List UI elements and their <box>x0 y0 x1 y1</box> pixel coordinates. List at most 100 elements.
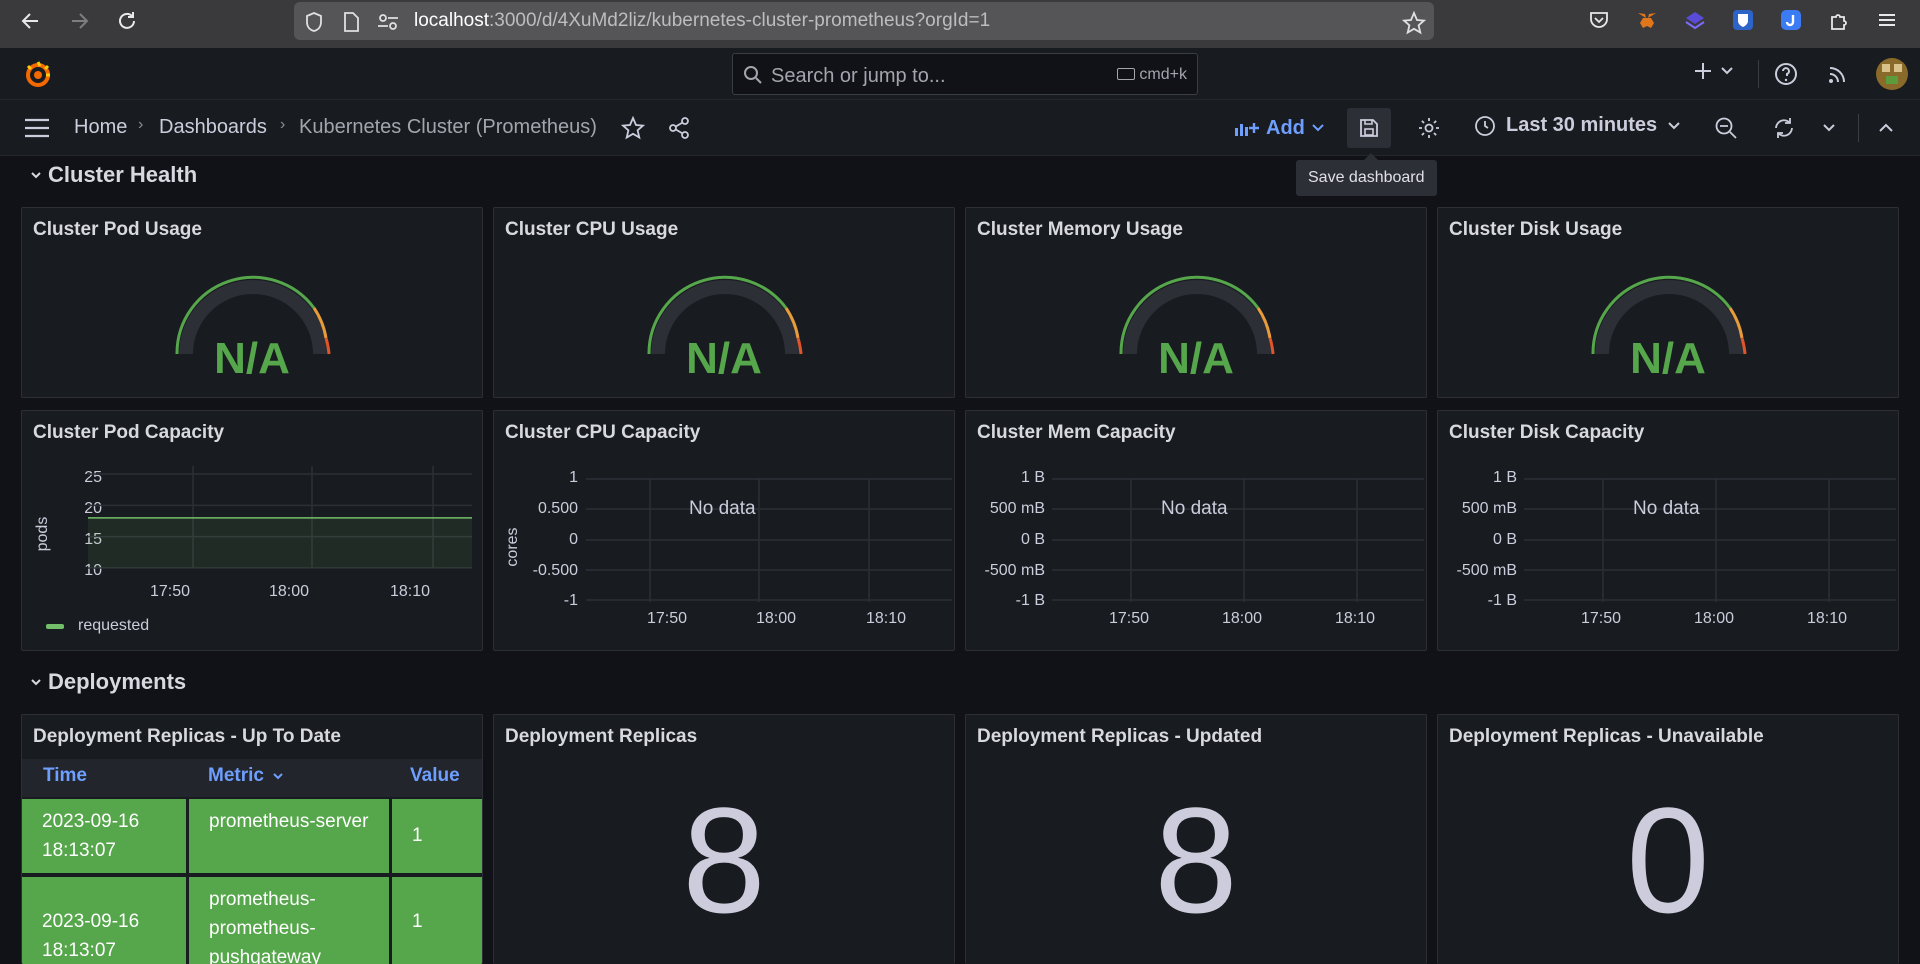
navbar-divider <box>1858 114 1859 142</box>
reload-icon <box>119 12 135 29</box>
arrow-right-icon <box>72 13 89 29</box>
y-tick: 1 B <box>1492 469 1517 486</box>
y-tick: 0.500 <box>537 500 578 517</box>
metamask-icon[interactable] <box>1636 9 1658 31</box>
bookmark-star-icon[interactable] <box>1402 11 1426 35</box>
y-tick: -500 mB <box>984 562 1045 579</box>
help-icon[interactable] <box>1774 62 1798 86</box>
pocket-icon[interactable] <box>1588 9 1610 31</box>
panel-cluster-pod-capacity[interactable]: Cluster Pod Capacity pods 25 20 15 10 17… <box>21 410 483 651</box>
panel-cluster-mem-capacity[interactable]: Cluster Mem Capacity 1 B 500 mB 0 B -500… <box>965 410 1427 651</box>
panel-cluster-disk-usage[interactable]: Cluster Disk Usage N/A <box>1437 207 1899 398</box>
avatar[interactable] <box>1876 58 1908 90</box>
browser-toolbar: localhost:3000/d/4XuMd2liz/kubernetes-cl… <box>0 0 1920 48</box>
y-tick: -1 B <box>1487 592 1517 609</box>
extensions-puzzle-icon[interactable] <box>1828 9 1850 31</box>
x-tick: 18:00 <box>1694 610 1735 627</box>
add-panel-icon <box>1235 123 1259 136</box>
y-tick: 500 mB <box>989 500 1045 517</box>
panel-cluster-cpu-capacity[interactable]: Cluster CPU Capacity cores 1 0.500 0 -0.… <box>493 410 955 651</box>
extension-layers-icon[interactable] <box>1684 9 1706 31</box>
chevron-down-icon <box>1721 67 1733 75</box>
table-cell-metric: prometheus-prometheus-pushgateway <box>189 877 389 964</box>
stat-value: 0 <box>1626 776 1710 944</box>
zoom-out-icon[interactable] <box>1714 116 1738 140</box>
panel-title: Deployment Replicas - Up To Date <box>33 726 341 747</box>
row-deployments[interactable]: Deployments <box>30 669 186 695</box>
row-cluster-health[interactable]: Cluster Health <box>30 162 197 188</box>
grafana-logo-icon[interactable] <box>22 58 54 90</box>
search-shortcut-label: cmd+k <box>1139 66 1187 83</box>
y-tick: 500 mB <box>1461 500 1517 517</box>
page-title: Kubernetes Cluster (Prometheus) <box>299 116 597 138</box>
panel-deployment-replicas-updated[interactable]: Deployment Replicas - Updated 8 <box>965 714 1427 964</box>
time-range-picker[interactable]: Last 30 minutes <box>1474 114 1681 137</box>
breadcrumb-dashboards[interactable]: Dashboards <box>159 116 267 139</box>
panel-cluster-memory-usage[interactable]: Cluster Memory Usage N/A <box>965 207 1427 398</box>
disk-capacity-grid <box>1524 478 1896 602</box>
search-input[interactable]: Search or jump to... cmd+k <box>732 53 1198 95</box>
panel-deployment-replicas[interactable]: Deployment Replicas 8 <box>493 714 955 964</box>
legend-swatch <box>46 623 64 629</box>
chevron-down-icon <box>31 172 41 179</box>
y-tick: 1 <box>569 469 578 486</box>
panel-title: Cluster Mem Capacity <box>977 422 1176 443</box>
panel-deployment-replicas-unavailable[interactable]: Deployment Replicas - Unavailable 0 <box>1437 714 1899 964</box>
add-button[interactable]: Add <box>1234 114 1325 142</box>
y-tick: -1 B <box>1015 592 1045 609</box>
chevron-down-icon[interactable] <box>1822 121 1836 135</box>
no-data-message: No data <box>689 498 756 519</box>
chevron-up-icon[interactable] <box>1878 120 1894 136</box>
table-cell-value: 1 <box>392 877 482 964</box>
legend-label: requested <box>78 617 150 634</box>
panel-title: Cluster Pod Capacity <box>33 422 225 443</box>
legend-item[interactable]: requested <box>46 617 149 635</box>
gauge-value: N/A <box>686 334 762 383</box>
menu-toggle-icon[interactable] <box>24 116 50 140</box>
panel-cluster-cpu-usage[interactable]: Cluster CPU Usage N/A <box>493 207 955 398</box>
mem-capacity-grid <box>1052 478 1424 602</box>
time-range-label: Last 30 minutes <box>1506 114 1658 136</box>
back-button[interactable] <box>14 4 48 38</box>
search-placeholder: Search or jump to... <box>771 65 946 87</box>
panel-cluster-pod-usage[interactable]: Cluster Pod Usage N/A <box>21 207 483 398</box>
address-bar[interactable]: localhost:3000/d/4XuMd2liz/kubernetes-cl… <box>294 2 1434 40</box>
save-dashboard-tooltip: Save dashboard <box>1296 153 1437 196</box>
settings-gear-icon[interactable] <box>1417 116 1441 140</box>
extension-j-icon[interactable] <box>1780 9 1802 31</box>
refresh-icon[interactable] <box>1772 116 1796 140</box>
table-header-metric[interactable]: Metric <box>208 765 284 787</box>
series-area <box>88 517 472 568</box>
grafana-topbar: Search or jump to... cmd+k <box>0 48 1920 100</box>
x-tick: 17:50 <box>647 610 688 627</box>
plus-icon <box>1695 63 1711 79</box>
row-title: Deployments <box>48 669 187 694</box>
menu-hamburger-icon[interactable] <box>1876 9 1898 31</box>
site-permissions-icon[interactable] <box>376 11 400 33</box>
panel-cluster-disk-capacity[interactable]: Cluster Disk Capacity 1 B 500 mB 0 B -50… <box>1437 410 1899 651</box>
y-tick: 0 <box>569 531 578 548</box>
y-tick: -500 mB <box>1456 562 1517 579</box>
table-cell-time: 2023-09-16 18:13:07 <box>22 799 186 873</box>
share-icon[interactable] <box>667 116 691 140</box>
table-header-value[interactable]: Value <box>410 765 460 787</box>
breadcrumb-separator: › <box>138 116 144 133</box>
forward-button[interactable] <box>62 4 96 38</box>
save-dashboard-button[interactable] <box>1347 108 1391 148</box>
table-header-time[interactable]: Time <box>43 765 87 787</box>
shield-icon <box>306 12 322 32</box>
grid-line <box>1052 478 1424 601</box>
bitwarden-icon[interactable] <box>1732 9 1754 31</box>
reload-button[interactable] <box>110 4 144 38</box>
panel-title: Cluster Disk Capacity <box>1449 422 1645 443</box>
news-rss-icon[interactable] <box>1826 64 1848 86</box>
star-icon[interactable] <box>621 116 645 140</box>
breadcrumb-home[interactable]: Home <box>74 116 127 139</box>
new-menu-button[interactable] <box>1692 60 1734 82</box>
avatar-pattern <box>1894 64 1902 72</box>
avatar-pattern <box>1882 64 1890 72</box>
panel-title: Deployment Replicas - Unavailable <box>1449 726 1764 747</box>
panel-deployment-replicas-up-to-date[interactable]: Deployment Replicas - Up To Date Time Me… <box>21 714 483 964</box>
y-tick: 1 B <box>1020 469 1045 486</box>
panel-title: Cluster CPU Capacity <box>505 422 701 443</box>
